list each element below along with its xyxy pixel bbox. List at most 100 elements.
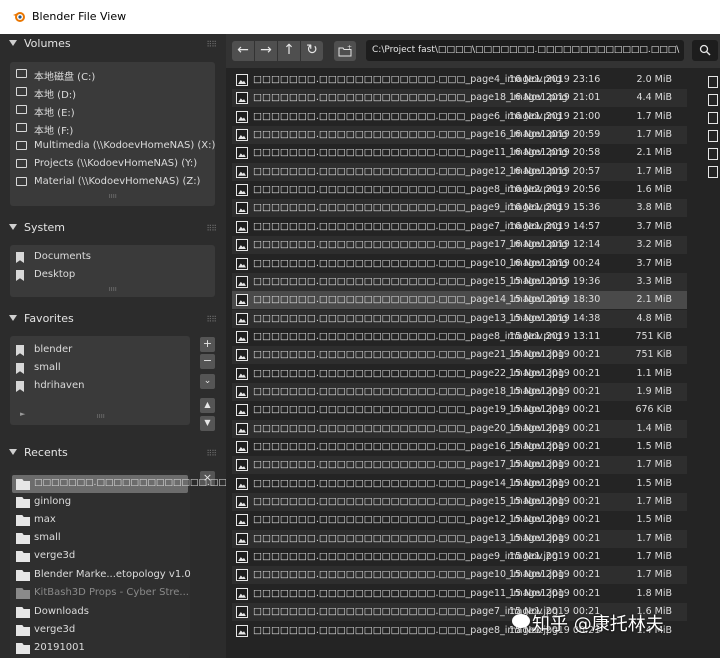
file-row-selected[interactable]: □□□□□□□.□□□□□□□□□□□□□.□□□_page14_image1.…	[232, 291, 687, 310]
volume-item[interactable]: 本地 (F:)	[10, 119, 215, 137]
file-row[interactable]: □□□□□□□.□□□□□□□□□□□□□.□□□_page10_image1.…	[232, 566, 687, 585]
file-row[interactable]: □□□□□□□.□□□□□□□□□□□□□.□□□_page18_image1.…	[232, 382, 687, 401]
image-thumbnail-icon[interactable]	[708, 94, 718, 106]
drag-grip-icon[interactable]: ⠿⠿	[206, 449, 217, 458]
image-thumbnail-icon[interactable]	[708, 112, 718, 124]
file-row[interactable]: □□□□□□□.□□□□□□□□□□□□□.□□□_page17_image1.…	[232, 456, 687, 475]
move-up-button[interactable]: ▲	[200, 398, 215, 413]
file-row[interactable]: □□□□□□□.□□□□□□□□□□□□□.□□□_page13_image1.…	[232, 529, 687, 548]
recent-item[interactable]: verge3d	[10, 621, 190, 639]
file-row[interactable]: □□□□□□□.□□□□□□□□□□□□□.□□□_page19_image1.…	[232, 401, 687, 419]
image-thumbnail-icon[interactable]	[708, 166, 718, 178]
system-item-documents[interactable]: Documents	[10, 248, 215, 266]
recent-item-selected[interactable]: □□□□□□□.□□□□□□□□□□□□□.□□□	[12, 475, 235, 493]
file-size: 1.5 MiB	[636, 441, 672, 452]
image-file-icon	[236, 129, 248, 142]
file-row[interactable]: □□□□□□□.□□□□□□□□□□□□□.□□□_page12_image1.…	[232, 162, 687, 181]
file-date: 15 Nov 2019 00:21	[509, 477, 601, 489]
file-row[interactable]: □□□□□□□.□□□□□□□□□□□□□.□□□_page20_image1.…	[232, 419, 687, 438]
forward-button[interactable]: →	[255, 41, 277, 61]
image-file-icon	[236, 532, 248, 545]
file-row[interactable]: □□□□□□□.□□□□□□□□□□□□□.□□□_page7_image1.p…	[232, 218, 687, 236]
folder-icon	[16, 479, 30, 490]
drag-grip-icon[interactable]: ⠿⠿	[206, 315, 217, 324]
file-row[interactable]: □□□□□□□.□□□□□□□□□□□□□.□□□_page9_image1.j…	[232, 548, 687, 566]
expand-triangle-icon[interactable]: ►	[20, 410, 25, 418]
favorites-panel-header[interactable]: Favorites ⠿⠿	[0, 309, 226, 329]
recent-item[interactable]: max	[10, 511, 190, 529]
recent-item[interactable]: Blender Marke...etopology v1.0	[10, 566, 191, 584]
image-file-icon	[236, 459, 248, 472]
file-date: 16 Nov 2019 20:57	[509, 165, 601, 177]
image-thumbnail-icon[interactable]	[708, 130, 718, 142]
image-file-icon	[236, 220, 248, 233]
file-row[interactable]: □□□□□□□.□□□□□□□□□□□□□.□□□_page11_image1.…	[232, 585, 687, 603]
recent-item[interactable]: verge3d	[10, 547, 190, 565]
system-item-desktop[interactable]: Desktop	[10, 266, 215, 284]
resize-handle[interactable]: ⠶⠶	[108, 192, 117, 200]
recent-item-unavailable[interactable]: KitBash3D Props - Cyber Stre...	[10, 584, 190, 602]
file-row[interactable]: □□□□□□□.□□□□□□□□□□□□□.□□□_page8_image2.p…	[232, 181, 687, 199]
file-row[interactable]: □□□□□□□.□□□□□□□□□□□□□.□□□_page15_image1.…	[232, 493, 687, 512]
file-row[interactable]: □□□□□□□.□□□□□□□□□□□□□.□□□_page11_image1.…	[232, 144, 687, 162]
remove-favorite-button[interactable]: −	[200, 354, 215, 369]
file-size: 3.3 MiB	[636, 275, 672, 287]
drag-grip-icon[interactable]: ⠿⠿	[206, 224, 217, 233]
file-row[interactable]: □□□□□□□.□□□□□□□□□□□□□.□□□_page10_image1.…	[232, 255, 687, 273]
system-panel-header[interactable]: System ⠿⠿	[0, 218, 226, 238]
recent-item[interactable]: 20191001	[10, 639, 190, 657]
file-row[interactable]: □□□□□□□.□□□□□□□□□□□□□.□□□_page13_image1.…	[232, 309, 687, 328]
recents-panel-header[interactable]: Recents ⠿⠿	[0, 443, 226, 463]
file-row[interactable]: □□□□□□□.□□□□□□□□□□□□□.□□□_page8_image1.p…	[232, 328, 687, 346]
search-button[interactable]	[692, 40, 718, 61]
file-toolbar: ← → ↑ ↻ + C:\Project fast\□□□□\□□□□□□□.□…	[226, 34, 720, 68]
file-row[interactable]: □□□□□□□.□□□□□□□□□□□□□.□□□_page22_image1.…	[232, 365, 687, 383]
refresh-button[interactable]: ↻	[301, 41, 323, 61]
favorites-menu-button[interactable]: ⌄	[200, 374, 215, 389]
favorite-item[interactable]: hdrihaven	[10, 377, 190, 395]
volume-item[interactable]: Multimedia (\\KodoevHomeNAS) (X:)	[10, 137, 215, 155]
directory-path-field[interactable]: C:\Project fast\□□□□\□□□□□□□.□□□□□□□□□□□…	[366, 40, 684, 61]
file-date: 16 Nov 2019 12:14	[509, 239, 601, 251]
new-folder-button[interactable]: +	[334, 41, 356, 61]
recent-item[interactable]: Downloads	[10, 603, 190, 621]
file-row[interactable]: □□□□□□□.□□□□□□□□□□□□□.□□□_page17_image1.…	[232, 236, 687, 255]
recent-item[interactable]: small	[10, 529, 190, 547]
file-row[interactable]: □□□□□□□.□□□□□□□□□□□□□.□□□_page12_image1.…	[232, 511, 687, 529]
resize-handle[interactable]: ⠶⠶	[96, 412, 105, 420]
recent-item[interactable]: ginlong	[10, 493, 190, 511]
volume-item[interactable]: Material (\\KodoevHomeNAS) (Z:)	[10, 173, 215, 191]
favorite-label: small	[34, 362, 61, 373]
volume-item[interactable]: 本地 (E:)	[10, 101, 215, 119]
file-size: 751 KiB	[635, 330, 672, 342]
add-favorite-button[interactable]: +	[200, 337, 215, 352]
file-row[interactable]: □□□□□□□.□□□□□□□□□□□□□.□□□_page16_image1.…	[232, 126, 687, 145]
move-down-button[interactable]: ▼	[200, 416, 215, 431]
file-row[interactable]: □□□□□□□.□□□□□□□□□□□□□.□□□_page6_image1.p…	[232, 108, 687, 126]
volumes-panel-header[interactable]: Volumes ⠿⠿	[0, 34, 226, 54]
file-size: 3.7 MiB	[636, 220, 672, 232]
file-row[interactable]: □□□□□□□.□□□□□□□□□□□□□.□□□_page14_image1.…	[232, 475, 687, 493]
favorite-item[interactable]: small	[10, 359, 190, 377]
volume-item[interactable]: Projects (\\KodoevHomeNAS) (Y:)	[10, 155, 215, 173]
drive-icon	[16, 69, 27, 78]
file-row[interactable]: □□□□□□□.□□□□□□□□□□□□□.□□□_page21_image1.…	[232, 346, 687, 365]
resize-handle[interactable]: ⠶⠶	[108, 285, 117, 293]
file-row[interactable]: □□□□□□□.□□□□□□□□□□□□□.□□□_page18_image1.…	[232, 89, 687, 108]
file-row[interactable]: □□□□□□□.□□□□□□□□□□□□□.□□□_page4_image1.p…	[232, 71, 687, 89]
volume-item[interactable]: 本地磁盘 (C:)	[10, 65, 215, 83]
file-date: 15 Nov 2019 00:21	[509, 496, 601, 508]
folder-icon	[16, 607, 30, 618]
file-row[interactable]: □□□□□□□.□□□□□□□□□□□□□.□□□_page15_image1.…	[232, 272, 687, 291]
file-row[interactable]: □□□□□□□.□□□□□□□□□□□□□.□□□_page16_image1.…	[232, 438, 687, 456]
favorite-item[interactable]: blender	[10, 341, 190, 359]
parent-directory-button[interactable]: ↑	[278, 41, 300, 61]
image-thumbnail-icon[interactable]	[708, 76, 718, 88]
image-thumbnail-icon[interactable]	[708, 148, 718, 160]
volume-item[interactable]: 本地 (D:)	[10, 83, 215, 101]
folder-icon	[16, 497, 30, 508]
watermark-text: 知乎 @康托林夫	[532, 614, 664, 635]
drag-grip-icon[interactable]: ⠿⠿	[206, 40, 217, 49]
file-row[interactable]: □□□□□□□.□□□□□□□□□□□□□.□□□_page9_image1.p…	[232, 199, 687, 218]
back-button[interactable]: ←	[232, 41, 254, 61]
